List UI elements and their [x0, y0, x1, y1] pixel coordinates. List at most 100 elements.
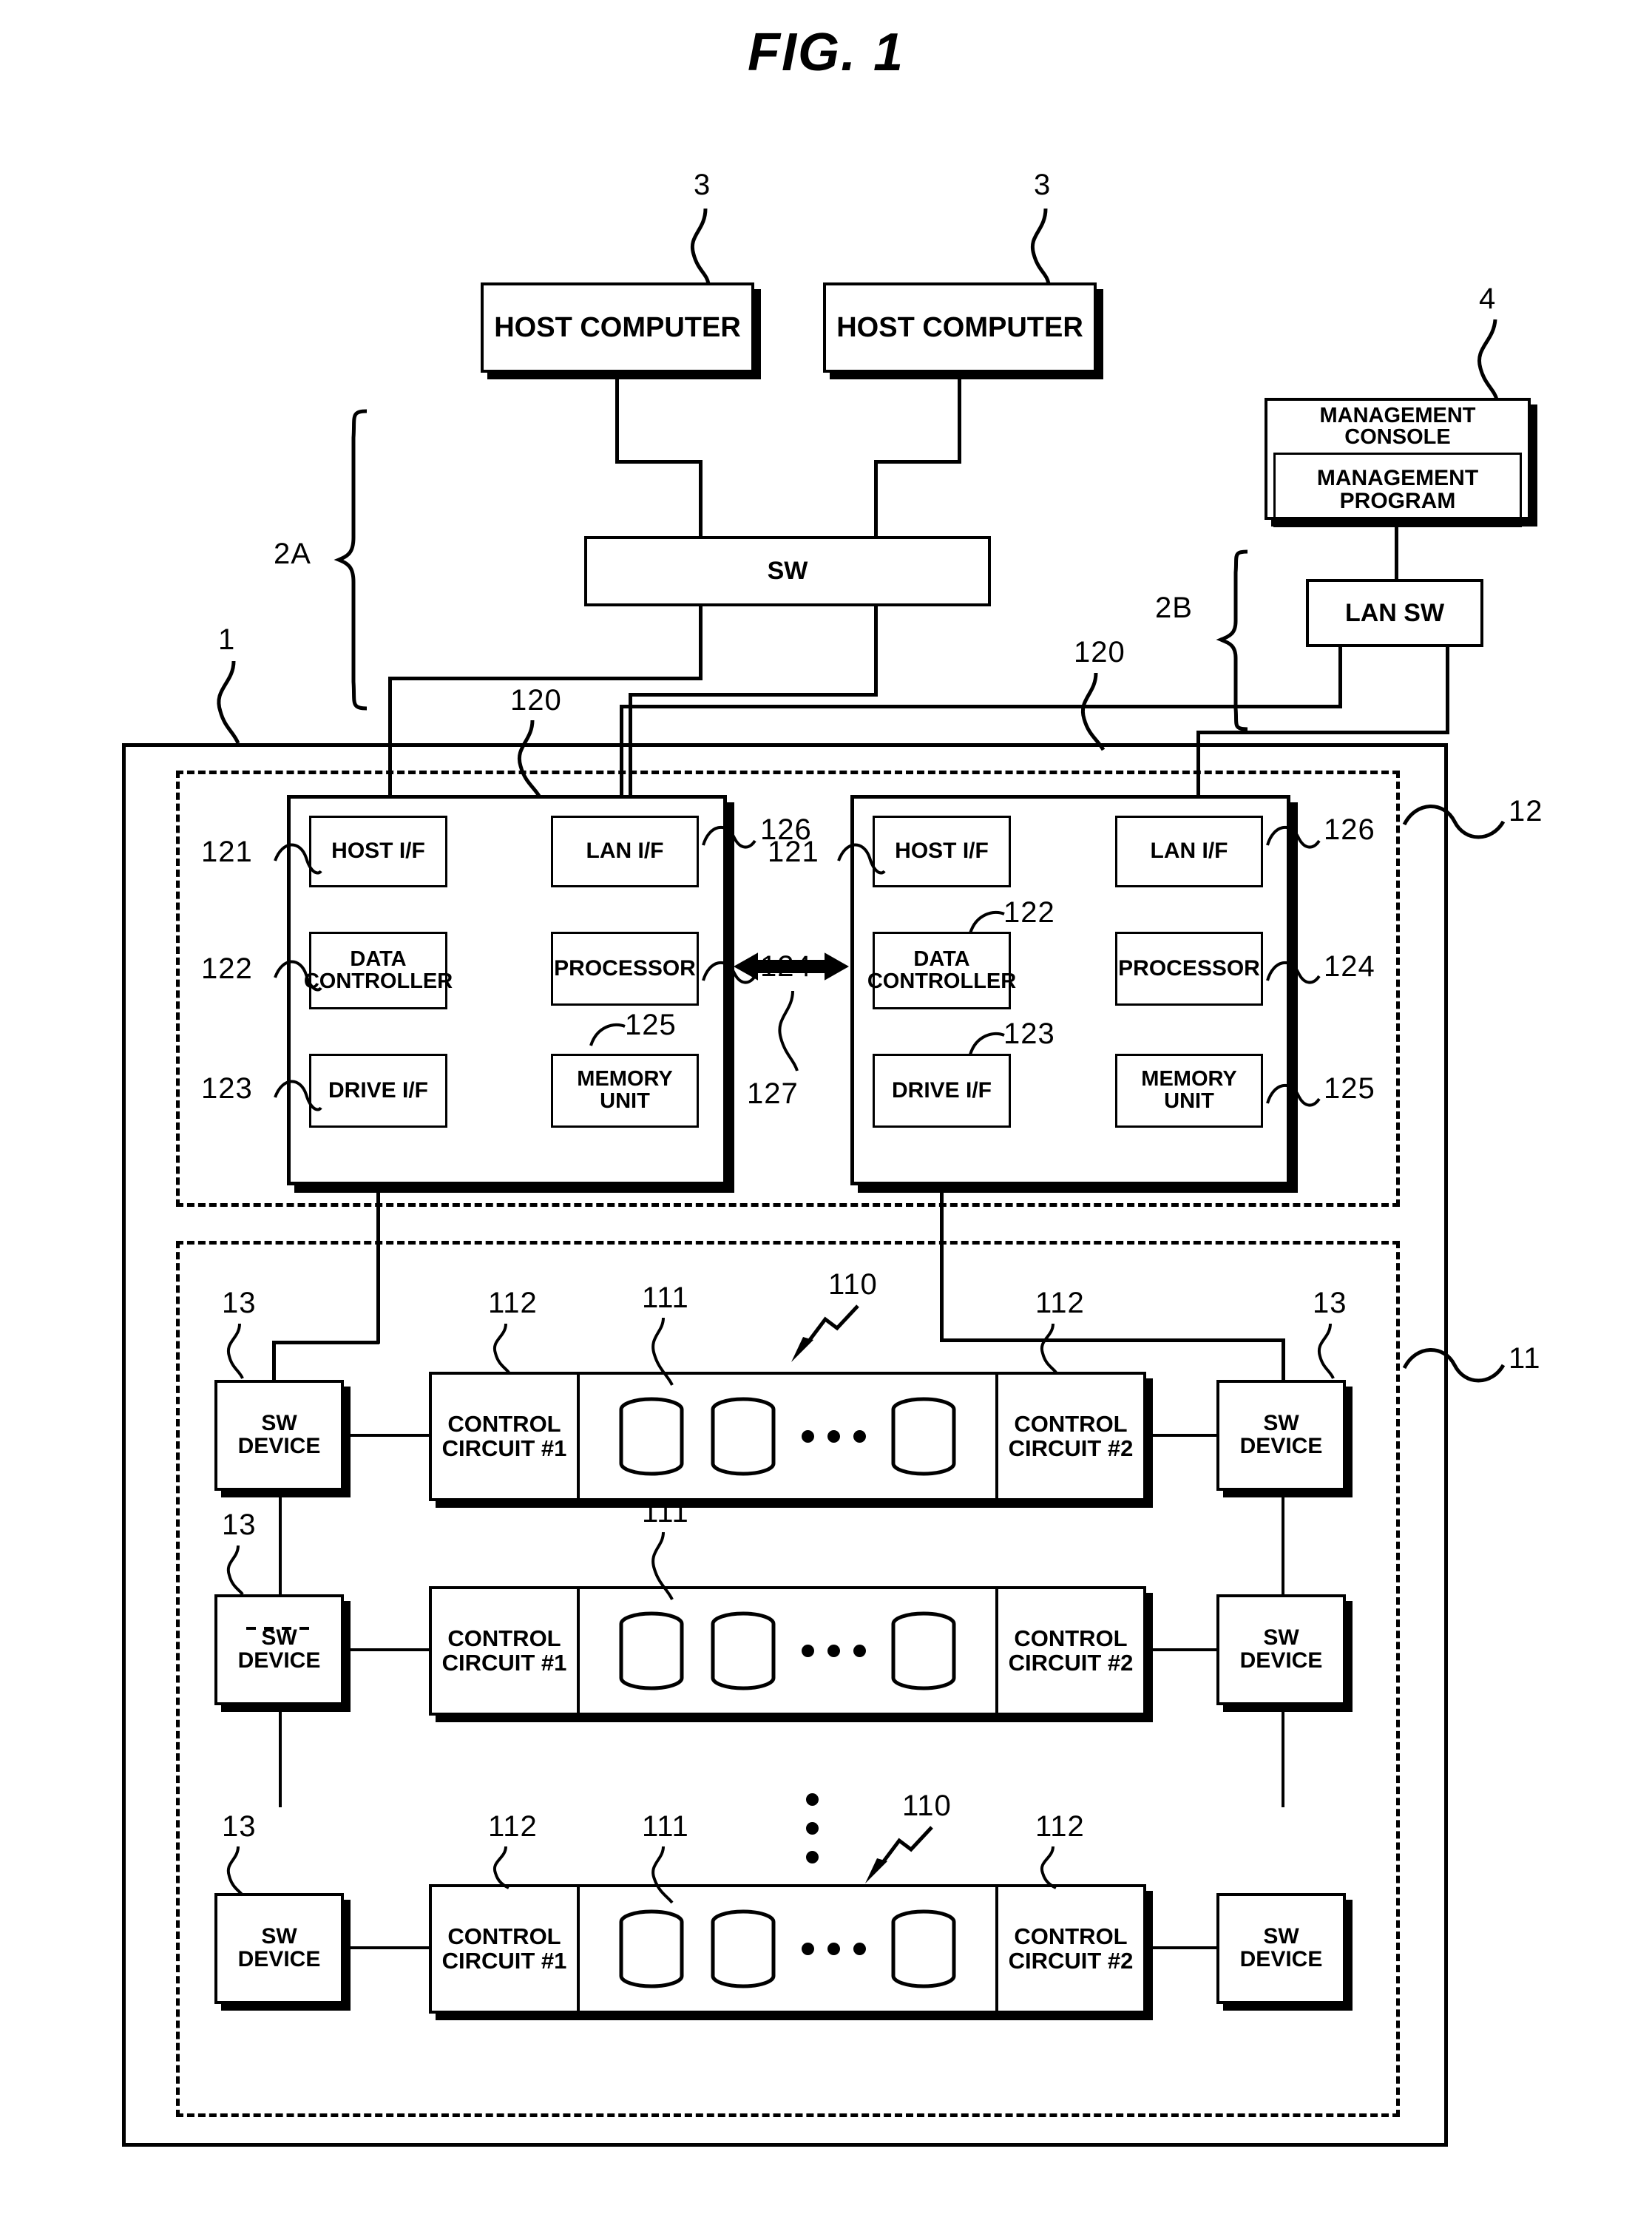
sw-device-row2-right-label: SW DEVICE: [1239, 1625, 1323, 1673]
control-circuit-2-row1[interactable]: CONTROL CIRCUIT #2: [995, 1375, 1143, 1498]
line-sw-down-right: [874, 606, 878, 697]
ref-controller-left: 120: [510, 684, 562, 717]
ref-drive-if-left: 123: [201, 1072, 253, 1105]
ref-management-console: 4: [1479, 282, 1497, 315]
lan-if-right[interactable]: LAN I/F: [1115, 816, 1263, 887]
management-program-label: MANAGEMENT PROGRAM: [1316, 465, 1479, 513]
ref-control-circuit-row3-left: 112: [488, 1810, 538, 1843]
processor-right-label: PROCESSOR: [1118, 955, 1260, 981]
drive-if-left[interactable]: DRIVE I/F: [309, 1054, 447, 1128]
host-computer-1[interactable]: HOST COMPUTER: [481, 282, 754, 373]
drive-if-right[interactable]: DRIVE I/F: [873, 1054, 1011, 1128]
ref-sw-device-row3-left: 13: [222, 1810, 257, 1843]
host-computer-2-label: HOST COMPUTER: [836, 311, 1083, 343]
ref-drive-enclosure: 11: [1509, 1342, 1541, 1375]
control-circuit-2-row3[interactable]: CONTROL CIRCUIT #2: [995, 1887, 1143, 2011]
line-sw2l-to-cc1-row2: [344, 1648, 431, 1651]
control-circuit-1-row3[interactable]: CONTROL CIRCUIT #1: [432, 1887, 580, 2011]
leader-controller-interconnect: [772, 989, 809, 1072]
leader-control-circuit-row3-left: [488, 1845, 525, 1889]
ref-sw-device-row2-left: 13: [222, 1509, 257, 1541]
management-console[interactable]: MANAGEMENT CONSOLE MANAGEMENT PROGRAM: [1265, 398, 1531, 527]
drive-group-row1: [580, 1375, 995, 1498]
leader-sw-device-row1-left: [222, 1322, 259, 1380]
control-circuit-1-row2[interactable]: CONTROL CIRCUIT #1: [432, 1589, 580, 1713]
ref-host-computer-1: 3: [694, 169, 711, 201]
figure-title: FIG. 1: [747, 23, 905, 82]
memory-unit-right[interactable]: MEMORY UNIT: [1115, 1054, 1263, 1128]
ref-storage-system: 1: [218, 623, 236, 656]
line-sw3l-to-cc1-row3: [344, 1946, 431, 1949]
leader-controller-left: [510, 719, 555, 800]
control-circuit-2-row2[interactable]: CONTROL CIRCUIT #2: [995, 1589, 1143, 1713]
management-program[interactable]: MANAGEMENT PROGRAM: [1273, 453, 1522, 527]
sw-device-row1-left-label: SW DEVICE: [237, 1411, 321, 1458]
leader-lan-if-left: [699, 810, 758, 856]
processor-right[interactable]: PROCESSOR: [1115, 932, 1263, 1006]
ref-controller-enclosure: 12: [1509, 795, 1543, 827]
lan-switch[interactable]: LAN SW: [1306, 579, 1483, 647]
leader-processor-left: [699, 945, 758, 991]
data-controller-left[interactable]: DATA CONTROLLER: [304, 932, 453, 1009]
line-host1-down: [615, 373, 619, 463]
line-lansw-down-a: [1338, 647, 1342, 708]
line-host1-to-sw: [699, 460, 703, 538]
sw-device-row1-left[interactable]: SW DEVICE: [214, 1380, 344, 1491]
dashed-marks-sw-device-row2: [246, 1627, 309, 1630]
memory-unit-left[interactable]: MEMORY UNIT: [551, 1054, 699, 1128]
line-host1-right: [615, 460, 703, 464]
ref-host-computer-2: 3: [1034, 169, 1052, 201]
sw-device-row2-right[interactable]: SW DEVICE: [1216, 1594, 1346, 1705]
ref-sw-device-row1-left: 13: [222, 1287, 257, 1319]
leader-drive-row2: [647, 1531, 691, 1601]
host-if-left-label: HOST I/F: [331, 839, 425, 864]
ref-processor-left: 124: [760, 950, 812, 983]
drive-row2-3: [890, 1611, 958, 1691]
processor-left[interactable]: PROCESSOR: [551, 932, 699, 1006]
ref-control-circuit-row1-left: 112: [488, 1287, 538, 1319]
ref-lan-if-right: 126: [1324, 813, 1375, 846]
ref-drive-row1: 111: [642, 1282, 689, 1314]
leader-host-if-left: [272, 834, 324, 880]
sw-device-row1-right-label: SW DEVICE: [1239, 1411, 1323, 1458]
leader-host-computer-1: [680, 206, 725, 287]
ref-network-2b: 2B: [1155, 592, 1193, 624]
control-circuit-2-row3-label: CONTROL CIRCUIT #2: [1008, 1923, 1134, 1974]
line-cc2-to-sw1r-row1: [1146, 1434, 1219, 1437]
sw-device-row3-left[interactable]: SW DEVICE: [214, 1893, 344, 2004]
drive-enclosure-row1[interactable]: CONTROL CIRCUIT #1 CONTROL CIRCUIT #2: [429, 1372, 1146, 1501]
control-circuit-1-row1[interactable]: CONTROL CIRCUIT #1: [432, 1375, 580, 1498]
drive-enclosure-row2[interactable]: CONTROL CIRCUIT #1 CONTROL CIRCUIT #2: [429, 1586, 1146, 1716]
ref-memory-unit-right: 125: [1324, 1072, 1375, 1105]
host-if-right[interactable]: HOST I/F: [873, 816, 1011, 887]
host-if-left[interactable]: HOST I/F: [309, 816, 447, 887]
drive-enclosure-row3[interactable]: CONTROL CIRCUIT #1 CONTROL CIRCUIT #2: [429, 1884, 1146, 2014]
memory-unit-left-label: MEMORY UNIT: [577, 1067, 673, 1113]
line-sw-chain-left-1: [279, 1491, 282, 1594]
leader-data-controller-right: [969, 905, 1013, 938]
leader-sw-device-row3-left: [222, 1845, 259, 1897]
drive-row3-2: [709, 1909, 777, 1989]
host-computer-1-label: HOST COMPUTER: [494, 311, 741, 343]
leader-drive-if-left: [272, 1071, 324, 1117]
sw-device-row1-right[interactable]: SW DEVICE: [1216, 1380, 1346, 1491]
drive-if-left-label: DRIVE I/F: [328, 1077, 428, 1103]
control-circuit-2-row1-label: CONTROL CIRCUIT #2: [1008, 1410, 1134, 1461]
sw-device-row2-left[interactable]: SW DEVICE: [214, 1594, 344, 1705]
leader-drive-enclosure: [1401, 1340, 1512, 1392]
leader-host-if-right: [836, 834, 887, 880]
management-console-label: MANAGEMENT CONSOLE: [1319, 404, 1476, 449]
arrow-enclosure-row3: [858, 1823, 939, 1893]
host-computer-2[interactable]: HOST COMPUTER: [823, 282, 1097, 373]
leader-host-computer-2: [1020, 206, 1065, 287]
lan-if-left-label: LAN I/F: [586, 839, 664, 864]
data-controller-left-label: DATA CONTROLLER: [303, 947, 453, 993]
leader-drive-row1: [647, 1316, 691, 1387]
data-controller-right[interactable]: DATA CONTROLLER: [867, 932, 1016, 1009]
host-if-right-label: HOST I/F: [895, 839, 989, 864]
line-host2-left: [874, 460, 961, 464]
lan-if-left[interactable]: LAN I/F: [551, 816, 699, 887]
fabric-switch[interactable]: SW: [584, 536, 991, 606]
line-sw-chain-right-1: [1282, 1491, 1284, 1594]
sw-device-row3-right[interactable]: SW DEVICE: [1216, 1893, 1346, 2004]
